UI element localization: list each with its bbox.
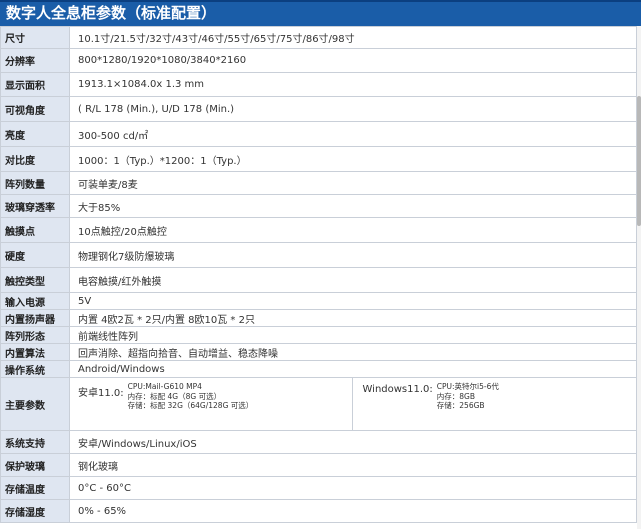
- windows-params: Windows11.0: CPU:英特尔i5-6代 内存：8GB 存储：256G…: [351, 378, 636, 430]
- spec-table: 尺寸 10.1寸/21.5寸/32寸/43寸/46寸/55寸/65寸/75寸/8…: [0, 26, 637, 523]
- row-value: 5V: [69, 292, 637, 310]
- windows-spec-line: CPU:英特尔i5-6代: [436, 382, 499, 391]
- row-label: 存储湿度: [0, 499, 70, 523]
- row-label: 阵列形态: [0, 326, 70, 344]
- table-row: 尺寸 10.1寸/21.5寸/32寸/43寸/46寸/55寸/65寸/75寸/8…: [0, 26, 637, 49]
- page-title: 数字人全息柜参数（标准配置）: [0, 0, 641, 26]
- windows-spec-line: 存储：256GB: [436, 401, 485, 410]
- row-value: 安卓/Windows/Linux/iOS: [69, 430, 637, 454]
- row-value: 0% - 65%: [69, 499, 637, 523]
- row-label: 操作系统: [0, 360, 70, 378]
- table-row: 对比度 1000：1（Typ.）*1200：1（Typ.）: [0, 146, 637, 172]
- table-row: 硬度 物理钢化7级防爆玻璃: [0, 242, 637, 268]
- scrollbar-track[interactable]: [637, 26, 641, 529]
- title-text: 数字人全息柜参数（标准配置）: [6, 4, 217, 22]
- windows-spec-list: CPU:英特尔i5-6代 内存：8GB 存储：256GB: [437, 382, 499, 411]
- table-row-main-params: 主要参数 安卓11.0: CPU:Mail-G610 MP4 内存：标配 4G（…: [0, 377, 637, 431]
- android-params: 安卓11.0: CPU:Mail-G610 MP4 内存：标配 4G（8G 可选…: [71, 379, 352, 430]
- row-value: 1913.1×1084.0x 1.3 mm: [69, 72, 637, 97]
- table-row: 操作系统 Android/Windows: [0, 360, 637, 378]
- windows-spec-line: 内存：8GB: [436, 391, 476, 401]
- row-value: 物理钢化7级防爆玻璃: [69, 242, 637, 268]
- row-label: 触摸点: [0, 217, 70, 243]
- row-label: 玻璃穿透率: [0, 194, 70, 218]
- table-row: 阵列数量 可装单麦/8麦: [0, 171, 637, 195]
- table-row: 存储湿度 0% - 65%: [0, 499, 637, 523]
- row-value: 大于85%: [69, 194, 637, 218]
- spec-sheet: 数字人全息柜参数（标准配置） 尺寸 10.1寸/21.5寸/32寸/43寸/46…: [0, 0, 641, 529]
- row-label: 可视角度: [0, 96, 70, 122]
- table-row: 可视角度 ( R/L 178 (Min.), U/D 178 (Min.): [0, 96, 637, 122]
- row-value: 1000：1（Typ.）*1200：1（Typ.）: [69, 146, 637, 172]
- row-label: 内置算法: [0, 343, 70, 361]
- table-row: 保护玻璃 钢化玻璃: [0, 453, 637, 477]
- table-row: 触控类型 电容触摸/红外触摸: [0, 267, 637, 293]
- android-spec-line: 存储：标配 32G（64G/128G 可选）: [127, 401, 254, 410]
- row-value: 电容触摸/红外触摸: [69, 267, 637, 293]
- row-label: 阵列数量: [0, 171, 70, 195]
- row-value: 回声消除、超指向拾音、自动增益、稳态降噪: [69, 343, 637, 361]
- row-label: 保护玻璃: [0, 453, 70, 477]
- row-value: 可装单麦/8麦: [69, 171, 637, 195]
- row-label: 分辨率: [0, 48, 70, 73]
- table-row: 内置算法 回声消除、超指向拾音、自动增益、稳态降噪: [0, 343, 637, 361]
- row-label: 触控类型: [0, 267, 70, 293]
- row-value: 300-500 cd/㎡: [69, 121, 637, 147]
- row-value: 钢化玻璃: [69, 453, 637, 477]
- table-row: 系统支持 安卓/Windows/Linux/iOS: [0, 430, 637, 454]
- row-label: 输入电源: [0, 292, 70, 310]
- row-label: 尺寸: [0, 26, 70, 49]
- row-label: 显示面积: [0, 72, 70, 97]
- row-label: 硬度: [0, 242, 70, 268]
- row-value: ( R/L 178 (Min.), U/D 178 (Min.): [69, 96, 637, 122]
- android-spec-line: 内存：标配 4G（8G 可选）: [127, 391, 222, 401]
- table-row: 玻璃穿透率 大于85%: [0, 194, 637, 218]
- table-row: 输入电源 5V: [0, 292, 637, 310]
- table-row: 阵列形态 前端线性阵列: [0, 326, 637, 344]
- row-label: 存储温度: [0, 476, 70, 500]
- windows-os-label: Windows11.0:: [362, 384, 433, 395]
- table-row: 亮度 300-500 cd/㎡: [0, 121, 637, 147]
- row-value: 800*1280/1920*1080/3840*2160: [69, 48, 637, 73]
- row-label: 亮度: [0, 121, 70, 147]
- row-value: Android/Windows: [69, 360, 637, 378]
- row-value: 前端线性阵列: [69, 326, 637, 344]
- row-label: 内置扬声器: [0, 309, 70, 327]
- scrollbar-thumb[interactable]: [637, 96, 641, 226]
- main-params-cell: 安卓11.0: CPU:Mail-G610 MP4 内存：标配 4G（8G 可选…: [69, 377, 637, 431]
- main-params-split: 安卓11.0: CPU:Mail-G610 MP4 内存：标配 4G（8G 可选…: [71, 378, 636, 430]
- table-row: 触摸点 10点触控/20点触控: [0, 217, 637, 243]
- title-top-line: [0, 0, 641, 2]
- android-spec-list: CPU:Mail-G610 MP4 内存：标配 4G（8G 可选） 存储：标配 …: [128, 382, 254, 411]
- row-value: 10.1寸/21.5寸/32寸/43寸/46寸/55寸/65寸/75寸/86寸/…: [69, 26, 637, 49]
- row-label: 对比度: [0, 146, 70, 172]
- row-label: 主要参数: [0, 377, 70, 431]
- table-row: 显示面积 1913.1×1084.0x 1.3 mm: [0, 72, 637, 97]
- row-value: 内置 4欧2瓦 * 2只/内置 8欧10瓦 * 2只: [69, 309, 637, 327]
- row-value: 0°C - 60°C: [69, 476, 637, 500]
- android-os-label: 安卓11.0:: [78, 388, 124, 399]
- row-value: 10点触控/20点触控: [69, 217, 637, 243]
- android-spec-line: CPU:Mail-G610 MP4: [127, 382, 202, 391]
- table-row: 内置扬声器 内置 4欧2瓦 * 2只/内置 8欧10瓦 * 2只: [0, 309, 637, 327]
- row-label: 系统支持: [0, 430, 70, 454]
- table-row: 存储温度 0°C - 60°C: [0, 476, 637, 500]
- table-row: 分辨率 800*1280/1920*1080/3840*2160: [0, 48, 637, 73]
